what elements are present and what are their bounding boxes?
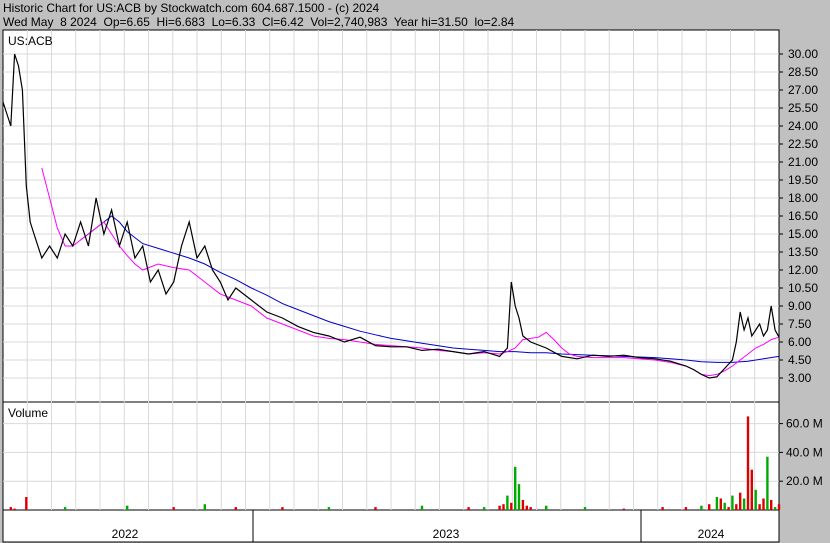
volume-bar — [521, 499, 525, 510]
price-tick-label: 19.50 — [788, 173, 818, 187]
volume-bar — [467, 507, 470, 510]
year-label: 2022 — [112, 527, 139, 541]
volume-tick-label: 60.0 M — [786, 417, 823, 431]
volume-bar — [529, 507, 532, 510]
price-tick-label: 9.00 — [788, 299, 812, 313]
volume-bar — [172, 507, 175, 510]
volume-bar — [234, 507, 237, 510]
symbol-label: US:ACB — [8, 34, 53, 48]
volume-bar — [735, 504, 738, 510]
volume-bar — [661, 507, 664, 510]
price-tick-label: 22.50 — [788, 137, 818, 151]
price-tick-label: 16.50 — [788, 209, 818, 223]
year-label: 2024 — [698, 527, 725, 541]
volume-bar — [63, 507, 67, 510]
volume-bar — [281, 507, 284, 510]
volume-tick-label: 40.0 M — [786, 445, 823, 459]
volume-bar — [498, 505, 501, 510]
volume-tick-labels: 20.0 M 40.0 M 60.0 M — [779, 417, 823, 488]
volume-bar — [506, 495, 509, 510]
price-tick-label: 25.50 — [788, 101, 818, 115]
volume-bar — [126, 505, 129, 510]
volume-bar — [719, 498, 722, 510]
volume-bar — [762, 498, 765, 510]
volume-bar — [510, 502, 513, 510]
volume-bar — [758, 504, 761, 510]
price-tick-label: 18.00 — [788, 191, 818, 205]
volume-bar — [739, 492, 742, 510]
volume-bar — [203, 504, 206, 510]
volume-bar — [715, 497, 719, 510]
price-tick-label: 27.00 — [788, 83, 818, 97]
price-tick-label: 7.50 — [788, 317, 812, 331]
volume-bar — [777, 504, 781, 510]
volume-bar — [750, 469, 753, 510]
volume-bar — [773, 507, 777, 510]
price-tick-label: 10.50 — [788, 281, 818, 295]
price-tick-label: 3.00 — [788, 371, 812, 385]
price-tick-label: 12.00 — [788, 263, 818, 277]
price-tick-label: 6.00 — [788, 335, 812, 349]
volume-title: Volume — [8, 406, 48, 420]
volume-bar — [25, 497, 28, 510]
volume-bar — [482, 507, 486, 510]
volume-bar — [766, 456, 769, 510]
volume-bar — [9, 507, 12, 510]
volume-bar — [622, 508, 625, 510]
volume-bar — [420, 505, 424, 510]
volume-bar — [754, 489, 757, 510]
volume-tick-label: 20.0 M — [786, 474, 823, 488]
volume-bar — [525, 505, 528, 510]
volume-bar — [742, 498, 746, 510]
price-tick-labels: 3.00 4.50 6.00 7.50 9.00 10.50 12.00 13.50 15.00… — [779, 47, 818, 385]
stock-chart: 3.00 4.50 6.00 7.50 9.00 10.50 12.00 13.50 15.00… — [2, 29, 823, 543]
price-tick-label: 13.50 — [788, 245, 818, 259]
volume-bar — [514, 466, 517, 510]
volume-bar — [13, 508, 16, 510]
volume-bar — [517, 484, 521, 510]
price-tick-label: 24.00 — [788, 119, 818, 133]
volume-bar — [545, 505, 548, 510]
volume-bar — [746, 416, 750, 510]
volume-bar — [684, 507, 688, 510]
volume-bar — [502, 504, 505, 510]
volume-bar — [700, 505, 703, 510]
volume-bar — [708, 504, 711, 510]
volume-bar — [727, 507, 730, 510]
chart-window: Historic Chart for US:ACB by Stockwatch.… — [0, 0, 830, 543]
volume-bar — [327, 507, 331, 510]
price-tick-label: 21.00 — [788, 155, 818, 169]
price-tick-label: 30.00 — [788, 47, 818, 61]
volume-bar — [770, 499, 773, 510]
volume-bar — [731, 495, 734, 510]
volume-bar — [723, 502, 726, 510]
price-tick-label: 28.50 — [788, 65, 818, 79]
year-label: 2023 — [433, 527, 460, 541]
price-tick-label: 15.00 — [788, 227, 818, 241]
volume-bar — [583, 507, 587, 510]
volume-bar — [374, 507, 377, 510]
price-tick-label: 4.50 — [788, 353, 812, 367]
